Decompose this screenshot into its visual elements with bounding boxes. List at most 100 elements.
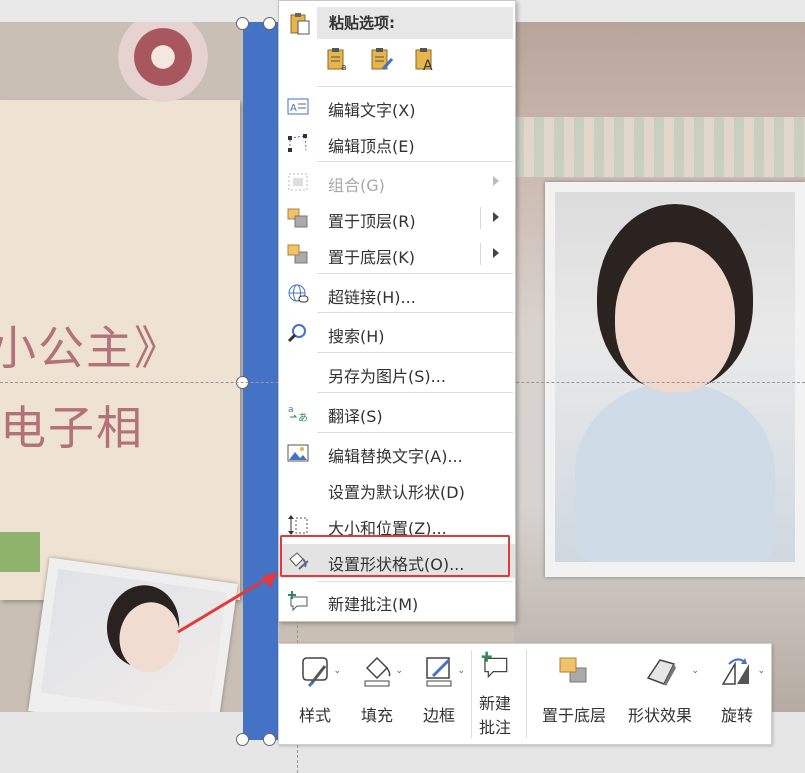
alt-text-icon xyxy=(287,444,309,462)
menu-item-label: 编辑文字(X) xyxy=(328,101,416,120)
new-comment-icon xyxy=(288,591,308,611)
highlight-box-annotation xyxy=(280,535,510,577)
striped-awning xyxy=(514,117,805,177)
menu-item-send-to-back[interactable]: 置于底层(K) xyxy=(279,237,515,271)
new-comment-label: 新建 批注 xyxy=(473,692,517,740)
shape-effects-button[interactable]: ⌄ 形状效果 xyxy=(619,644,701,744)
resize-handle-top-right[interactable] xyxy=(263,17,276,30)
menu-item-new-comment[interactable]: 新建批注(M) xyxy=(279,584,515,618)
menu-item-hyperlink[interactable]: 超链接(H)... xyxy=(279,277,515,311)
menu-item-edit-points[interactable]: 编辑顶点(E) xyxy=(279,126,515,160)
resize-handle-top-left[interactable] xyxy=(236,17,249,30)
menu-item-set-default-shape[interactable]: 设置为默认形状(D) xyxy=(279,472,515,506)
paste-keep-formatting-icon[interactable] xyxy=(371,47,393,71)
new-comment-label-line2: 批注 xyxy=(478,718,511,737)
paste-options-title: 粘贴选项: xyxy=(329,14,395,32)
mini-toolbar: ⌄ 样式 ⌄ 填充 ⌄ 边框 新建批注 置于底层 ⌄ 形状效果 ⌄ 旋转 xyxy=(278,643,772,745)
flower-decoration xyxy=(118,22,208,102)
menu-item-label: 搜索(H) xyxy=(328,327,385,346)
edit-points-icon xyxy=(288,134,307,152)
menu-item-label: 翻译(S) xyxy=(328,407,383,426)
submenu-arrow-icon[interactable] xyxy=(493,248,499,258)
menu-item-translate[interactable]: aあ 翻译(S) xyxy=(279,396,515,430)
style-button[interactable]: ⌄ 样式 xyxy=(287,644,343,744)
fill-label: 填充 xyxy=(360,706,393,725)
menu-separator xyxy=(317,161,513,162)
paste-use-destination-theme-icon[interactable]: a xyxy=(327,47,349,71)
menu-separator xyxy=(317,392,513,393)
search-icon xyxy=(287,324,306,343)
green-photo-corner xyxy=(0,532,40,572)
resize-handle-bottom-left[interactable] xyxy=(236,733,249,746)
paste-keep-text-only-icon[interactable]: A xyxy=(415,47,437,71)
send-to-back-icon xyxy=(559,657,587,683)
menu-item-label: 置于顶层(R) xyxy=(328,212,416,231)
menu-item-label: 设置为默认形状(D) xyxy=(328,483,465,502)
menu-item-save-as-picture[interactable]: 另存为图片(S)... xyxy=(279,356,515,390)
split-divider xyxy=(480,243,481,265)
svg-text:あ: あ xyxy=(298,412,308,423)
menu-separator xyxy=(317,86,513,87)
chevron-down-icon: ⌄ xyxy=(333,666,341,676)
menu-item-label: 置于底层(K) xyxy=(328,248,415,267)
chevron-down-icon: ⌄ xyxy=(457,666,465,676)
menu-item-label: 超链接(H)... xyxy=(328,288,416,307)
new-comment-label-line1: 新建 xyxy=(478,694,511,713)
red-arrow-annotation xyxy=(177,572,278,634)
svg-text:A: A xyxy=(423,58,433,71)
menu-separator xyxy=(317,432,513,433)
slide-title-line1: 小公主》 xyxy=(0,321,182,375)
border-label: 边框 xyxy=(422,706,455,725)
svg-text:A: A xyxy=(290,103,297,114)
rotate-label: 旋转 xyxy=(720,706,753,725)
chevron-down-icon: ⌄ xyxy=(691,666,699,676)
group-icon xyxy=(288,173,308,191)
menu-item-bring-to-front[interactable]: 置于顶层(R) xyxy=(279,201,515,235)
toolbar-separator xyxy=(526,650,527,738)
menu-separator xyxy=(317,273,513,274)
menu-item-label: 组合(G) xyxy=(328,176,385,195)
style-label: 样式 xyxy=(298,706,331,725)
new-comment-button[interactable]: 新建 批注 xyxy=(473,644,517,744)
send-to-back-button[interactable]: 置于底层 xyxy=(533,644,615,744)
hyperlink-icon xyxy=(288,284,309,303)
fill-button[interactable]: ⌄ 填充 xyxy=(349,644,405,744)
menu-item-group[interactable]: 组合(G) xyxy=(279,165,515,199)
menu-item-label: 另存为图片(S)... xyxy=(328,367,446,386)
pen-outline-icon xyxy=(426,657,452,687)
split-divider xyxy=(480,207,481,229)
portrait-body xyxy=(575,382,775,562)
edit-text-icon: A xyxy=(287,98,309,115)
shape-effects-label: 形状效果 xyxy=(627,706,692,725)
portrait-image xyxy=(555,192,795,562)
svg-text:a: a xyxy=(288,405,294,415)
menu-separator xyxy=(317,312,513,313)
paint-bucket-icon xyxy=(364,656,391,687)
menu-item-label: 编辑替换文字(A)... xyxy=(328,447,463,466)
shape-style-icon xyxy=(302,657,328,688)
resize-handle-bottom-right[interactable] xyxy=(263,733,276,746)
new-comment-icon xyxy=(481,651,508,679)
size-position-icon xyxy=(288,515,308,535)
svg-text:a: a xyxy=(341,63,347,71)
slide-title-line2: 电子相 xyxy=(0,401,144,455)
border-button[interactable]: ⌄ 边框 xyxy=(411,644,467,744)
shape-effects-icon xyxy=(646,659,676,686)
menu-separator xyxy=(317,581,513,582)
portrait-face xyxy=(615,242,735,392)
submenu-arrow-icon xyxy=(493,176,499,186)
submenu-arrow-icon[interactable] xyxy=(493,212,499,222)
menu-item-edit-alt-text[interactable]: 编辑替换文字(A)... xyxy=(279,436,515,470)
rotate-icon xyxy=(721,658,749,685)
context-menu: 粘贴选项: a A A 编辑文字(X) 编辑顶点(E) 组合(G) 置于顶层(R… xyxy=(278,0,516,622)
paste-icon xyxy=(290,13,310,35)
girl-portrait-photo[interactable] xyxy=(545,182,805,577)
chevron-down-icon: ⌄ xyxy=(395,666,403,676)
bring-to-front-icon xyxy=(287,208,308,228)
rotate-button[interactable]: ⌄ 旋转 xyxy=(707,644,767,744)
send-to-back-icon xyxy=(287,244,308,264)
menu-item-edit-text[interactable]: A 编辑文字(X) xyxy=(279,90,515,124)
toolbar-separator xyxy=(471,650,472,738)
send-to-back-label: 置于底层 xyxy=(541,706,606,725)
menu-item-search[interactable]: 搜索(H) xyxy=(279,316,515,350)
